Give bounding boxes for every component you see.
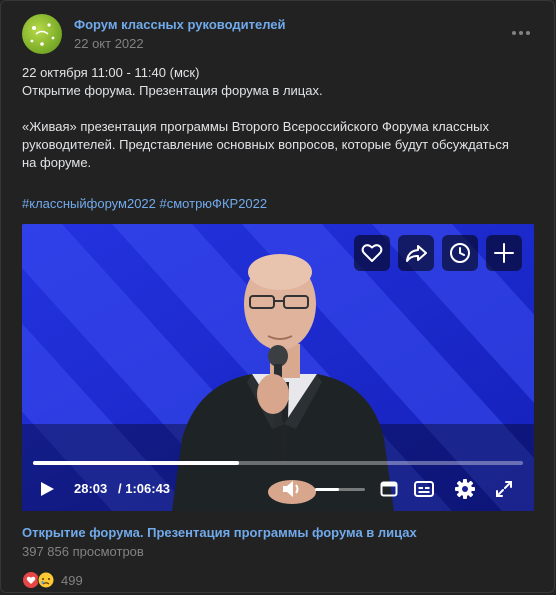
video-title-link[interactable]: Открытие форума. Презентация программы ф… [22, 525, 417, 540]
more-dots-icon[interactable] [510, 25, 532, 41]
post-text-line: на форуме. [22, 155, 92, 170]
clock-icon[interactable] [442, 235, 478, 271]
video-total-time: / 1:06:43 [118, 481, 171, 496]
post-text-line: руководителей. Представление основных во… [22, 137, 509, 152]
video-progress-bar[interactable] [33, 461, 523, 465]
reactions-button[interactable] [22, 570, 58, 590]
video-current-time: 28:03 [74, 481, 108, 496]
post-text-line: «Живая» презентация программы Второго Вс… [22, 119, 490, 134]
hashtag-link[interactable]: #смотрюФКР2022 [160, 196, 268, 211]
hashtag-link[interactable]: #классныйфорум2022 [22, 196, 156, 211]
volume-icon[interactable] [281, 479, 303, 499]
plus-icon[interactable] [486, 235, 522, 271]
miniplayer-icon[interactable] [380, 480, 398, 498]
video-views: 397 856 просмотров [22, 544, 144, 559]
heart-icon[interactable] [354, 235, 390, 271]
settings-icon[interactable] [454, 478, 476, 500]
post-text-line: 22 октября 11:00 - 11:40 (мск) [22, 65, 200, 80]
volume-fill [315, 488, 339, 491]
share-icon[interactable] [398, 235, 434, 271]
post-date[interactable]: 22 окт 2022 [74, 36, 144, 51]
play-icon[interactable] [38, 480, 56, 498]
fullscreen-icon[interactable] [495, 480, 513, 498]
video-progress-fill [33, 461, 239, 465]
hashtags: #классныйфорум2022 #смотрюФКР2022 [22, 196, 267, 211]
post-card: Форум классных руководителей 22 окт 2022… [0, 0, 555, 593]
post-text: 22 октября 11:00 - 11:40 (мск) Открытие … [22, 64, 534, 172]
reactions-count: 499 [61, 573, 83, 588]
post-text-line: Открытие форума. Презентация форума в ли… [22, 83, 323, 98]
volume-slider[interactable] [315, 488, 365, 491]
group-name-link[interactable]: Форум классных руководителей [74, 17, 286, 32]
group-avatar[interactable] [22, 14, 62, 54]
subtitles-icon[interactable] [414, 480, 434, 498]
video-player[interactable]: 28:03 / 1:06:43 [22, 224, 534, 511]
